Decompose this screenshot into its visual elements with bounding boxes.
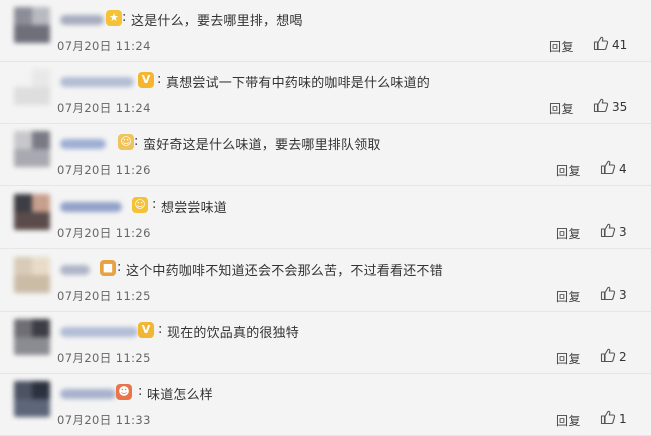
name-separator: : — [157, 72, 162, 87]
username-blurred[interactable] — [60, 265, 90, 275]
reply-button[interactable]: 回复 — [556, 162, 581, 179]
like-count: 3 — [619, 288, 627, 302]
comment-text: 味道怎么样 — [147, 388, 214, 403]
name-separator: : — [122, 10, 127, 25]
avatar[interactable] — [14, 257, 50, 293]
username-blurred[interactable] — [60, 77, 134, 87]
name-separator: : — [158, 322, 163, 337]
like-count: 4 — [619, 162, 627, 176]
username-blurred[interactable] — [60, 202, 122, 212]
name-separator: : — [138, 384, 143, 399]
name-separator: : — [117, 260, 122, 275]
like-count: 1 — [619, 412, 627, 426]
comment-row: ☺: 蛮好奇这是什么味道，要去哪里排队领取 07月20日 11:26 回复 4 — [0, 124, 651, 186]
reply-button[interactable]: 回复 — [556, 350, 581, 367]
comment-text: 想尝尝味道 — [161, 201, 228, 216]
name-separator: : — [152, 197, 157, 212]
user-badge-icon: ★ — [106, 10, 122, 26]
comment-timestamp: 07月20日 11:33 — [57, 413, 151, 427]
comment-row: ■: 这个中药咖啡不知道还会不会那么苦，不过看看还不错 07月20日 11:25 回复… — [0, 250, 651, 312]
comment-timestamp: 07月20日 11:24 — [57, 39, 151, 53]
avatar[interactable] — [14, 381, 50, 417]
name-separator: : — [134, 134, 139, 149]
reply-button[interactable]: 回复 — [556, 288, 581, 305]
reply-button[interactable]: 回复 — [549, 38, 574, 55]
comment-text: 真想尝试一下带有中药味的咖啡是什么味道的 — [166, 76, 431, 91]
username-blurred[interactable] — [60, 389, 116, 399]
comment-timestamp: 07月20日 11:26 — [57, 163, 151, 177]
like-count: 2 — [619, 350, 627, 364]
reply-button[interactable]: 回复 — [549, 100, 574, 117]
like-count: 41 — [612, 38, 628, 52]
comment-row: ☺: 想尝尝味道 07月20日 11:26 回复 3 — [0, 187, 651, 249]
like-count: 3 — [619, 225, 627, 239]
user-badge-icon: ☻ — [116, 384, 132, 400]
comment-text: 这是什么，要去哪里排，想喝 — [131, 14, 303, 29]
username-blurred[interactable] — [60, 139, 106, 149]
username-blurred[interactable] — [60, 15, 104, 25]
user-badge-icon: V — [138, 72, 154, 88]
comment-text: 蛮好奇这是什么味道，要去哪里排队领取 — [143, 138, 381, 153]
comment-row: V: 现在的饮品真的很独特 07月20日 11:25 回复 2 — [0, 312, 651, 374]
reply-button[interactable]: 回复 — [556, 225, 581, 242]
comment-timestamp: 07月20日 11:25 — [57, 289, 151, 303]
username-blurred[interactable] — [60, 327, 138, 337]
avatar[interactable] — [14, 7, 50, 43]
comment-text: 现在的饮品真的很独特 — [167, 326, 300, 341]
comment-row: V: 真想尝试一下带有中药味的咖啡是什么味道的 07月20日 11:24 回复 35 — [0, 62, 651, 124]
comment-list: ★: 这是什么，要去哪里排，想喝 07月20日 11:24 回复 41 V: 真想尝试一下带… — [0, 0, 651, 436]
comment-row: ☻: 味道怎么样 07月20日 11:33 回复 1 — [0, 374, 651, 436]
avatar[interactable] — [14, 194, 50, 230]
avatar[interactable] — [14, 131, 50, 167]
user-badge-icon: ☺ — [132, 197, 148, 213]
comment-timestamp: 07月20日 11:26 — [57, 226, 151, 240]
user-badge-icon: ■ — [100, 260, 116, 276]
reply-button[interactable]: 回复 — [556, 412, 581, 429]
user-badge-icon: V — [138, 322, 154, 338]
comment-timestamp: 07月20日 11:24 — [57, 101, 151, 115]
comment-row: ★: 这是什么，要去哪里排，想喝 07月20日 11:24 回复 41 — [0, 0, 651, 62]
avatar[interactable] — [14, 319, 50, 355]
comment-timestamp: 07月20日 11:25 — [57, 351, 151, 365]
avatar[interactable] — [14, 69, 50, 105]
comment-text: 这个中药咖啡不知道还会不会那么苦，不过看看还不错 — [126, 264, 443, 279]
user-badge-icon: ☺ — [118, 134, 134, 150]
like-count: 35 — [612, 100, 628, 114]
